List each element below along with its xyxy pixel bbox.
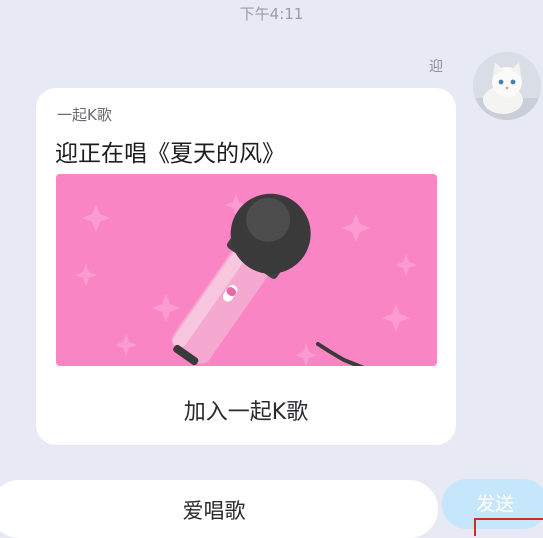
message-input[interactable]: 爱唱歌 <box>0 480 438 538</box>
cat-avatar-image <box>473 52 541 120</box>
sender-name: 迎 <box>429 59 443 75</box>
ktv-invite-card[interactable]: 一起K歌 迎正在唱《夏天的风》 加入一起K歌 <box>36 88 456 445</box>
microphone-icon <box>56 174 437 366</box>
card-source-label: 一起K歌 <box>57 106 112 124</box>
message-input-text[interactable]: 爱唱歌 <box>0 495 438 525</box>
card-banner <box>56 174 437 366</box>
message-timestamp: 下午4:11 <box>239 5 304 23</box>
card-title: 迎正在唱《夏天的风》 <box>55 141 285 167</box>
join-ktv-button[interactable]: 加入一起K歌 <box>36 394 456 426</box>
avatar[interactable] <box>473 52 541 120</box>
highlight-marker <box>474 518 543 536</box>
